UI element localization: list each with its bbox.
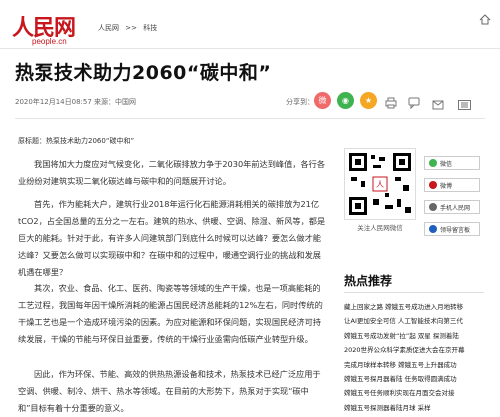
logo-site: people.cn — [32, 37, 67, 46]
article-meta: 2020年12月14日08:57 来源：中国网 — [15, 98, 137, 106]
article-paragraph-1: 我国将加大力度应对气候变化，二氧化碳排放力争于2030年前达到峰值，各行各业纷纷… — [18, 159, 326, 186]
leader-message-link[interactable]: 领导留言板 — [424, 222, 480, 236]
message-icon — [429, 225, 437, 233]
source-line: 原标题：热泵技术助力2060“碳中和” — [18, 137, 135, 145]
comment-icon[interactable] — [408, 94, 420, 113]
hot-item[interactable]: 嫦娥五号成功发射“拉”起 双星 探测着陆 — [344, 329, 492, 343]
menu-icon[interactable] — [458, 95, 471, 114]
hot-item[interactable]: 让AI更加安全可信 人工智能技术向第三代 — [344, 314, 492, 328]
print-icon[interactable] — [385, 94, 397, 113]
hot-item[interactable]: 嫦娥五号探测器着陆月球 采样 — [344, 401, 492, 415]
title-divider — [15, 118, 485, 119]
hot-title: 热点推荐 — [344, 274, 393, 288]
svg-text:人: 人 — [376, 180, 384, 189]
article-title: 热泵技术助力2060“碳中和” — [15, 62, 272, 84]
weibo-small-icon — [429, 181, 437, 189]
phone-icon — [429, 203, 437, 211]
weibo-link[interactable]: 微博 — [424, 178, 480, 192]
hot-item[interactable]: 嫦娥五号任务顺利实现在月面交会对接 — [344, 386, 492, 400]
wechat-link[interactable]: 微信 — [424, 156, 480, 170]
hot-item[interactable]: 2020世界公众科学素质促进大会在京开幕 — [344, 343, 492, 357]
header-divider — [0, 48, 500, 49]
qzone-icon[interactable]: ★ — [360, 92, 377, 109]
article-paragraph-4: 因此，作为环保、节能、高效的供热热源设备和技术，热泵技术已经广泛应用于空调、供暖… — [18, 369, 321, 413]
hot-item[interactable]: 藏上回家之路 嫦娥五号成功进入月地转移 — [344, 300, 492, 314]
wechat-qr-code: 人 — [344, 148, 416, 220]
people-logo[interactable]: 人民网 people.cn — [12, 10, 84, 46]
hot-item[interactable]: 完成月球样本转移 嫦娥五号上升器成功 — [344, 358, 492, 372]
breadcrumb-sep: >> — [125, 24, 137, 32]
hot-divider — [344, 292, 484, 293]
hot-item[interactable]: 嫦娥五号探月器着陆 任务取得圆满成功 — [344, 372, 492, 386]
qr-caption: 关注人民网微信 — [357, 224, 403, 232]
article-paragraph-3: 其次，农业、食品、化工、医药、陶瓷等等领域的生产干燥，也是一项高能耗的工艺过程，… — [18, 283, 323, 344]
email-icon[interactable] — [432, 95, 444, 114]
wechat-icon[interactable]: ◉ — [337, 92, 354, 109]
hot-list: 藏上回家之路 嫦娥五号成功进入月地转移 让AI更加安全可信 人工智能技术向第三代… — [344, 300, 492, 415]
article-paragraph-2: 首先，作为能耗大户，建筑行业2018年运行化石能源消耗相关的碳排放为21亿tCO… — [18, 199, 326, 277]
breadcrumb-tech[interactable]: 科技 — [143, 24, 157, 32]
home-icon[interactable] — [476, 12, 494, 26]
mobile-link[interactable]: 手机人民网 — [424, 200, 480, 214]
weibo-icon[interactable]: 微 — [314, 92, 331, 109]
breadcrumb: 人民网 >> 科技 — [98, 23, 161, 33]
breadcrumb-home[interactable]: 人民网 — [98, 24, 119, 32]
wechat-small-icon — [429, 159, 437, 167]
share-label: 分享到： — [286, 98, 314, 106]
